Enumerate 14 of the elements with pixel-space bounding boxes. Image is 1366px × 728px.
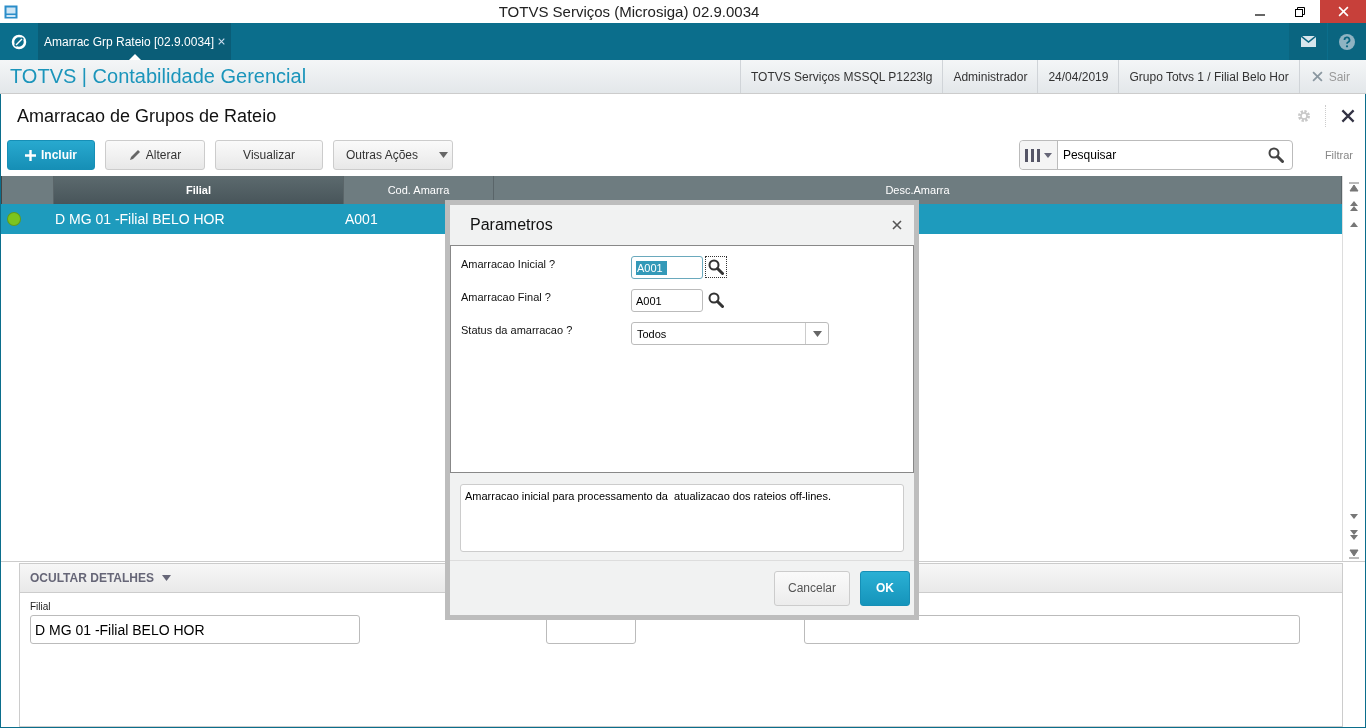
window-title: TOTVS Serviços (Microsiga) 02.9.0034	[497, 3, 761, 20]
param-label: Status da amarracao ?	[461, 323, 574, 336]
session-info: 24/04/2019	[1037, 60, 1119, 93]
help-text: Amarracao inicial para processamento da atualizacao dos rateios off-lines.	[460, 484, 904, 552]
table-cell-text: D MG 01 -Filial BELO HOR	[54, 211, 226, 227]
module-title: TOTVS | Contabilidade Gerencial	[9, 65, 308, 88]
param-label: Amarracao Inicial ?	[461, 257, 557, 270]
session-info: Grupo Totvs 1 / Filial Belo Hor	[1118, 60, 1299, 93]
session-info: TOTVS Serviços MSSQL P1223lg	[739, 60, 943, 93]
session-info: Administrador	[942, 60, 1038, 93]
page-title: Amarracao de Grupos de Rateio	[17, 105, 278, 127]
param-label: Amarracao Final ?	[461, 290, 552, 303]
dialog-title: Parametros	[470, 216, 554, 234]
field-label: Filial	[30, 601, 52, 613]
